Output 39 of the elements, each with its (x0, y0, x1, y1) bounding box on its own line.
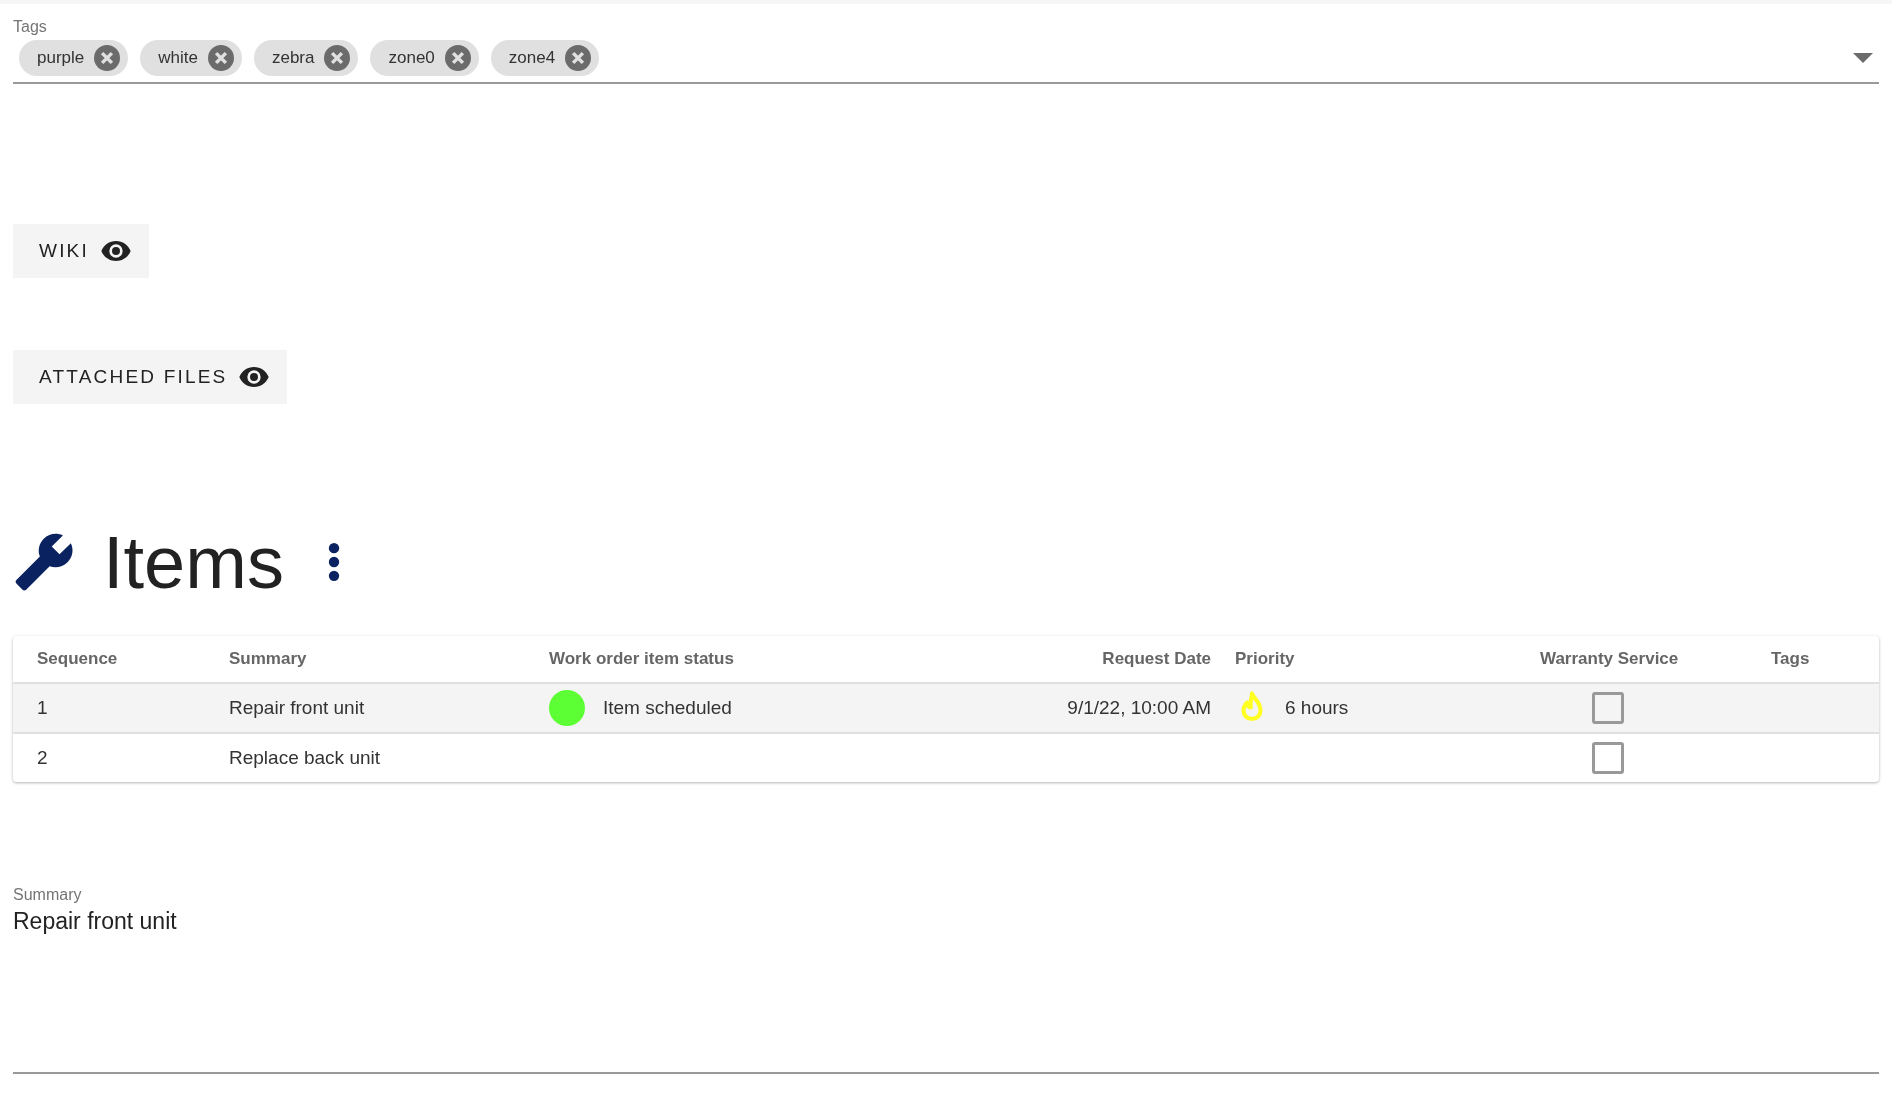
wrench-icon (13, 531, 75, 593)
section-toggle-button[interactable]: ATTACHED FILES (13, 350, 288, 404)
tag-chip[interactable]: zone4 (490, 40, 600, 76)
field-value: Repair front unit (13, 908, 178, 935)
table-cell: Repair front unit (229, 697, 365, 718)
remove-icon[interactable] (324, 45, 351, 71)
remove-icon[interactable] (444, 45, 471, 71)
tag-chip[interactable]: zebra (253, 40, 359, 76)
table-cell: Replace back unit (229, 747, 381, 768)
section-title: Items (103, 519, 284, 605)
field-label: Summary (13, 886, 83, 904)
column-header[interactable]: Priority (1235, 649, 1295, 668)
tag-chip[interactable]: purple (19, 40, 129, 76)
column-header[interactable]: Summary (229, 649, 307, 668)
table-cell: 1 (37, 697, 48, 718)
section-toggle-button[interactable]: WIKI (13, 224, 149, 278)
more-options-icon[interactable] (327, 543, 340, 581)
table-row[interactable]: 2 Replace back unit (13, 733, 1879, 782)
tag-chip[interactable]: zone0 (370, 40, 479, 76)
remove-icon[interactable] (565, 45, 592, 71)
priority-label: 6 hours (1285, 697, 1349, 719)
remove-icon[interactable] (94, 45, 121, 71)
column-header[interactable]: Tags (1771, 649, 1810, 668)
field-label: Tags (13, 18, 48, 36)
column-header[interactable]: Work order item status (549, 649, 734, 668)
column-header[interactable]: Sequence (37, 649, 118, 668)
column-header[interactable]: Warranty Service (1540, 649, 1679, 668)
status-label: Item scheduled (603, 697, 732, 719)
checkbox[interactable] (1592, 742, 1624, 774)
tag-chip[interactable]: white (140, 40, 242, 76)
tags-input[interactable]: purple white zebra zone0 zone4 (13, 36, 1879, 84)
table-cell: 9/1/22, 10:00 AM (1067, 697, 1211, 718)
remove-icon[interactable] (207, 45, 234, 71)
table-row[interactable]: 1 Repair front unit Item scheduled 9/1/22, 10:00 AM 6 hours (13, 683, 1879, 733)
table-cell: 2 (37, 747, 48, 768)
dropdown-arrow-icon[interactable] (1853, 53, 1873, 63)
summary-field[interactable]: Summary Repair front unit (13, 886, 1879, 1074)
checkbox[interactable] (1592, 692, 1624, 724)
column-header[interactable]: Request Date (1102, 649, 1211, 668)
